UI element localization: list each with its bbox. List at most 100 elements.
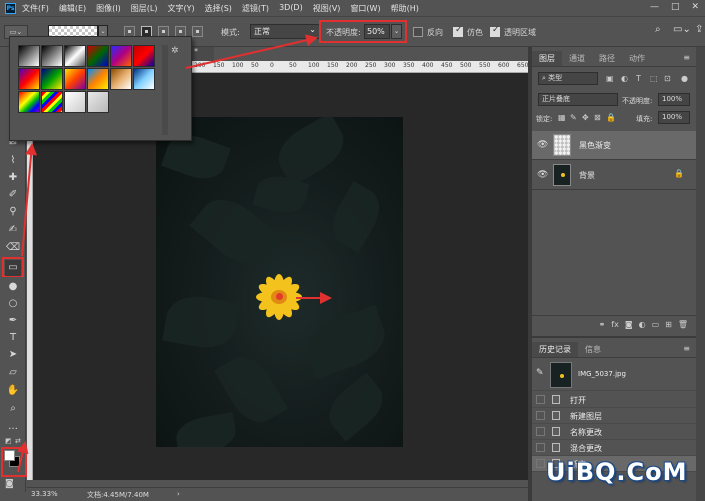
history-brush-source-icon[interactable]: ✎	[536, 368, 544, 378]
history-step[interactable]: 新建图层	[532, 408, 696, 424]
brush-icon[interactable]: ✐	[5, 187, 21, 203]
quick-mask-icon[interactable]: ◙	[5, 479, 14, 489]
menu-item[interactable]: 图层(L)	[131, 3, 158, 14]
status-arrow-icon[interactable]: ›	[177, 490, 180, 498]
zoom-level[interactable]: 33.33%	[31, 490, 58, 498]
stamp-icon[interactable]: ⚲	[5, 204, 21, 220]
menu-item[interactable]: 编辑(E)	[59, 3, 86, 14]
tab-info[interactable]: 信息	[578, 342, 608, 357]
eyedropper-icon[interactable]: ⌇	[5, 153, 21, 169]
shape-filter-icon[interactable]: ⬚	[650, 74, 658, 83]
mask-icon[interactable]: ◙	[625, 320, 633, 329]
history-source-checkbox[interactable]	[536, 443, 545, 452]
opacity-input[interactable]: 50%	[364, 24, 390, 39]
menu-item[interactable]: 滤镜(T)	[242, 3, 269, 14]
close-icon[interactable]: ✕	[691, 2, 699, 12]
healing-icon[interactable]: ✚	[5, 170, 21, 186]
smart-filter-icon[interactable]: ⊡	[664, 74, 671, 83]
gradient-preset-swatch[interactable]	[110, 68, 132, 90]
menu-item[interactable]: 图像(I)	[96, 3, 121, 14]
fill-input[interactable]: 100%	[658, 111, 690, 124]
history-brush-icon[interactable]: ✍	[5, 222, 21, 238]
lock-all-icon[interactable]: 🔒	[606, 113, 616, 122]
lock-position-icon[interactable]: ✥	[582, 113, 589, 122]
gradient-preset-swatch[interactable]	[64, 91, 86, 113]
menu-item[interactable]: 窗口(W)	[350, 3, 380, 14]
lock-artboard-icon[interactable]: ⊠	[594, 113, 601, 122]
reverse-checkbox[interactable]	[413, 27, 423, 37]
gradient-preset-swatch[interactable]	[64, 68, 86, 90]
link-icon[interactable]: ⚭	[599, 320, 606, 329]
lock-transparent-icon[interactable]: ▦	[558, 113, 566, 122]
group-icon[interactable]: ▭	[652, 320, 660, 329]
share-icon[interactable]: ⇪	[695, 24, 703, 35]
hand-icon[interactable]: ✋	[5, 383, 21, 399]
menu-item[interactable]: 视图(V)	[313, 3, 341, 14]
gradient-preset-swatch[interactable]	[87, 91, 109, 113]
tab-layers[interactable]: 图层	[532, 51, 562, 66]
history-source-checkbox[interactable]	[536, 427, 545, 436]
menu-item[interactable]: 文字(Y)	[167, 3, 194, 14]
adjustment-icon[interactable]: ◐	[639, 320, 646, 329]
lock-pixels-icon[interactable]: ✎	[570, 113, 577, 122]
gradient-preset-swatch[interactable]	[110, 45, 132, 67]
more-icon[interactable]: …	[5, 419, 21, 435]
gradient-icon[interactable]: ▭	[5, 260, 21, 276]
gradient-preset-swatch[interactable]	[64, 45, 86, 67]
maximize-icon[interactable]: □	[671, 2, 680, 12]
gradient-preset-swatch[interactable]	[133, 68, 155, 90]
shape-icon[interactable]: ▱	[5, 365, 21, 381]
presets-scrollbar[interactable]	[162, 45, 168, 135]
swap-colors-icon[interactable]: ⇄	[15, 437, 21, 445]
document-tab[interactable]: *	[192, 47, 214, 61]
history-menu-icon[interactable]: ≡	[683, 344, 690, 353]
visibility-eye-icon[interactable]: 👁	[537, 140, 548, 150]
layer-row[interactable]: 👁 背景 🔒	[532, 161, 696, 190]
history-source-checkbox[interactable]	[536, 411, 545, 420]
tab-history[interactable]: 历史记录	[532, 342, 578, 357]
transparency-checkbox[interactable]	[490, 25, 500, 37]
default-colors-icon[interactable]: ◩	[5, 437, 12, 445]
gradient-preset-swatch[interactable]	[18, 68, 40, 90]
visibility-eye-icon[interactable]: 👁	[537, 170, 548, 180]
type-filter-icon[interactable]: T	[636, 74, 641, 83]
gradient-preset-swatch[interactable]	[87, 68, 109, 90]
diamond-gradient-button[interactable]	[192, 26, 203, 37]
path-select-icon[interactable]: ➤	[5, 347, 21, 363]
mode-select[interactable]: 正常	[250, 23, 320, 39]
gradient-preset-swatch[interactable]	[41, 45, 63, 67]
new-layer-icon[interactable]: ⊞	[665, 320, 672, 329]
tab-channels[interactable]: 通道	[562, 51, 592, 66]
panel-menu-icon[interactable]: ≡	[683, 53, 690, 62]
gradient-preset-swatch[interactable]	[133, 45, 155, 67]
minimize-icon[interactable]: —	[650, 2, 659, 12]
pixel-filter-icon[interactable]: ▣	[606, 74, 614, 83]
tab-actions[interactable]: 动作	[622, 51, 652, 66]
history-step[interactable]: 混合更改	[532, 440, 696, 456]
workspace-icon[interactable]: ▭⌄	[673, 24, 691, 35]
gradient-preset-swatch[interactable]	[41, 68, 63, 90]
type-icon[interactable]: T	[5, 330, 21, 346]
blur-icon[interactable]: ●	[5, 279, 21, 295]
history-step[interactable]: 打开	[532, 392, 696, 408]
gradient-preset-swatch[interactable]	[18, 91, 40, 113]
gradient-preset-swatch[interactable]	[41, 91, 63, 113]
filter-toggle-icon[interactable]: ●	[681, 74, 688, 83]
history-step[interactable]: 名称更改	[532, 424, 696, 440]
gradient-preset-swatch[interactable]	[87, 45, 109, 67]
blend-mode-select[interactable]: 正片叠底	[538, 93, 618, 106]
dither-checkbox[interactable]	[453, 25, 463, 37]
pen-icon[interactable]: ✒	[5, 313, 21, 329]
history-source-checkbox[interactable]	[536, 395, 545, 404]
menu-item[interactable]: 3D(D)	[279, 3, 303, 14]
eraser-icon[interactable]: ⌫	[5, 240, 21, 256]
foreground-color-swatch[interactable]	[4, 450, 15, 461]
fx-icon[interactable]: fx	[611, 320, 619, 329]
gradient-preset-swatch[interactable]	[18, 45, 40, 67]
menu-item[interactable]: 选择(S)	[205, 3, 232, 14]
adjustment-filter-icon[interactable]: ◐	[621, 74, 628, 83]
gear-icon[interactable]: ✲	[171, 46, 179, 56]
menu-item[interactable]: 帮助(H)	[391, 3, 419, 14]
opacity-dropdown[interactable]: ⌄	[391, 24, 402, 39]
trash-icon[interactable]: 🗑	[678, 320, 688, 329]
